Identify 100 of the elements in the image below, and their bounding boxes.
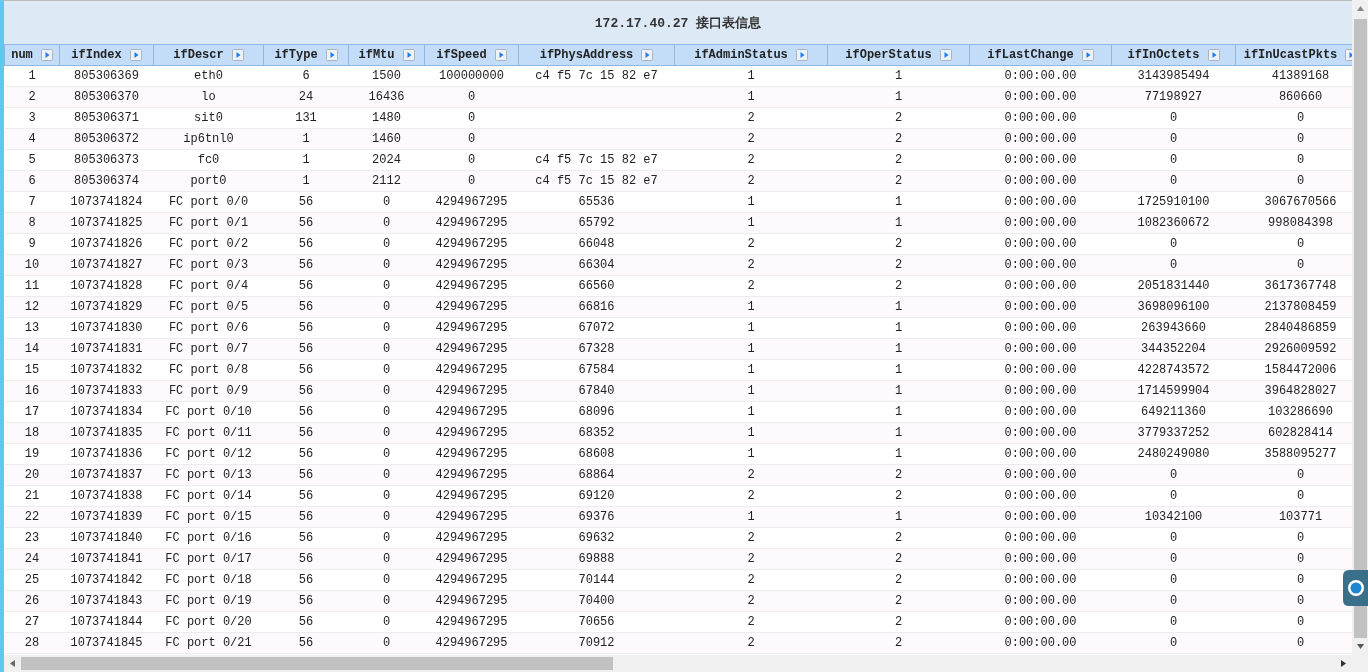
column-header[interactable]: ifInOctets: [1111, 44, 1236, 66]
table-cell: 1: [827, 65, 970, 87]
table-cell: 1073741844: [59, 611, 154, 633]
sort-icon[interactable]: [641, 49, 654, 61]
table-cell: 66048: [518, 233, 675, 255]
table-cell: 0:00:00.00: [969, 275, 1112, 297]
table-cell: 1: [827, 191, 970, 213]
table-cell: FC port 0/6: [153, 317, 264, 339]
side-tab-icon[interactable]: [1343, 570, 1368, 606]
table-cell: 56: [263, 233, 349, 255]
table-cell: 69632: [518, 527, 675, 549]
table-cell: 1: [827, 359, 970, 381]
table-cell: 2: [4, 86, 60, 108]
table-cell: 0: [348, 611, 425, 633]
table-cell: FC port 0/18: [153, 569, 264, 591]
table-cell: 0: [424, 107, 519, 129]
table-cell: 1073741840: [59, 527, 154, 549]
sort-icon[interactable]: [795, 49, 808, 61]
column-header[interactable]: ifDescr: [153, 44, 264, 66]
table-cell: 56: [263, 275, 349, 297]
sort-icon[interactable]: [1207, 49, 1220, 61]
table-cell: c4 f5 7c 15 82 e7: [518, 65, 675, 87]
sort-icon[interactable]: [494, 49, 507, 61]
table-cell: 56: [263, 401, 349, 423]
scrollbar-thumb[interactable]: [1353, 19, 1367, 638]
table-cell: 15: [4, 359, 60, 381]
table-cell: 68608: [518, 443, 675, 465]
table-cell: 4294967295: [424, 527, 519, 549]
table-cell: 1: [4, 65, 60, 87]
column-header[interactable]: ifType: [263, 44, 349, 66]
table-cell: 69120: [518, 485, 675, 507]
table-cell: 0: [1111, 149, 1236, 171]
table-cell: 2: [674, 149, 828, 171]
table-cell: 4294967295: [424, 317, 519, 339]
table-cell: FC port 0/20: [153, 611, 264, 633]
column-header[interactable]: ifPhysAddress: [518, 44, 675, 66]
scroll-left-icon[interactable]: [8, 659, 17, 668]
table-cell: 1: [674, 65, 828, 87]
table-cell: 16: [4, 380, 60, 402]
scrollbar-thumb[interactable]: [21, 657, 613, 670]
table-cell: 0: [348, 485, 425, 507]
table-cell: FC port 0/12: [153, 443, 264, 465]
table-cell: 4294967295: [424, 485, 519, 507]
scroll-down-icon[interactable]: [1355, 642, 1365, 651]
table-cell: 649211360: [1111, 401, 1236, 423]
table-cell: 56: [263, 191, 349, 213]
table-cell: eth0: [153, 65, 264, 87]
table-cell: 0:00:00.00: [969, 443, 1112, 465]
table-cell: 67072: [518, 317, 675, 339]
table-cell: 3143985494: [1111, 65, 1236, 87]
table-cell: 0: [1111, 527, 1236, 549]
table-cell: 1725910100: [1111, 191, 1236, 213]
sort-icon[interactable]: [325, 49, 338, 61]
scroll-right-icon[interactable]: [1339, 659, 1348, 668]
table-cell: 1073741830: [59, 317, 154, 339]
table-cell: 11: [4, 275, 60, 297]
table-cell: 27: [4, 611, 60, 633]
table-cell: 1: [674, 317, 828, 339]
table-cell: 56: [263, 485, 349, 507]
table-cell: 1: [827, 443, 970, 465]
table-cell: 2: [674, 233, 828, 255]
column-header[interactable]: ifLastChange: [969, 44, 1112, 66]
table-cell: 0: [348, 191, 425, 213]
table-cell: 0: [348, 569, 425, 591]
table-cell: 4294967295: [424, 359, 519, 381]
sort-icon[interactable]: [1081, 49, 1094, 61]
table-cell: 23: [4, 527, 60, 549]
column-header[interactable]: ifSpeed: [424, 44, 519, 66]
column-header[interactable]: ifIndex: [59, 44, 154, 66]
table-cell: FC port 0/14: [153, 485, 264, 507]
table-cell: 0: [348, 317, 425, 339]
column-header[interactable]: num: [4, 44, 60, 66]
table-cell: 13: [4, 317, 60, 339]
table-cell: FC port 0/8: [153, 359, 264, 381]
table-cell: 4294967295: [424, 611, 519, 633]
table-cell: 26: [4, 590, 60, 612]
column-header[interactable]: ifInUcastPkts: [1235, 44, 1352, 66]
table-cell: 0:00:00.00: [969, 611, 1112, 633]
column-header[interactable]: ifAdminStatus: [674, 44, 828, 66]
sort-icon[interactable]: [129, 49, 142, 61]
table-cell: 4294967295: [424, 275, 519, 297]
scroll-up-icon[interactable]: [1355, 4, 1365, 13]
table-cell: 2480249080: [1111, 443, 1236, 465]
table-cell: c4 f5 7c 15 82 e7: [518, 149, 675, 171]
sort-icon[interactable]: [402, 49, 415, 61]
table-cell: 0:00:00.00: [969, 191, 1112, 213]
table-cell: 4294967295: [424, 443, 519, 465]
table-cell: 2: [827, 149, 970, 171]
table-cell: 70656: [518, 611, 675, 633]
table-cell: 0:00:00.00: [969, 527, 1112, 549]
table-cell: 8: [4, 212, 60, 234]
table-cell: 21: [4, 485, 60, 507]
column-header[interactable]: ifOperStatus: [827, 44, 970, 66]
column-header[interactable]: ifMtu: [348, 44, 425, 66]
sort-icon[interactable]: [939, 49, 952, 61]
sort-icon[interactable]: [40, 49, 53, 61]
table-cell: 66560: [518, 275, 675, 297]
table-cell: 56: [263, 443, 349, 465]
table-cell: 68096: [518, 401, 675, 423]
sort-icon[interactable]: [231, 49, 244, 61]
